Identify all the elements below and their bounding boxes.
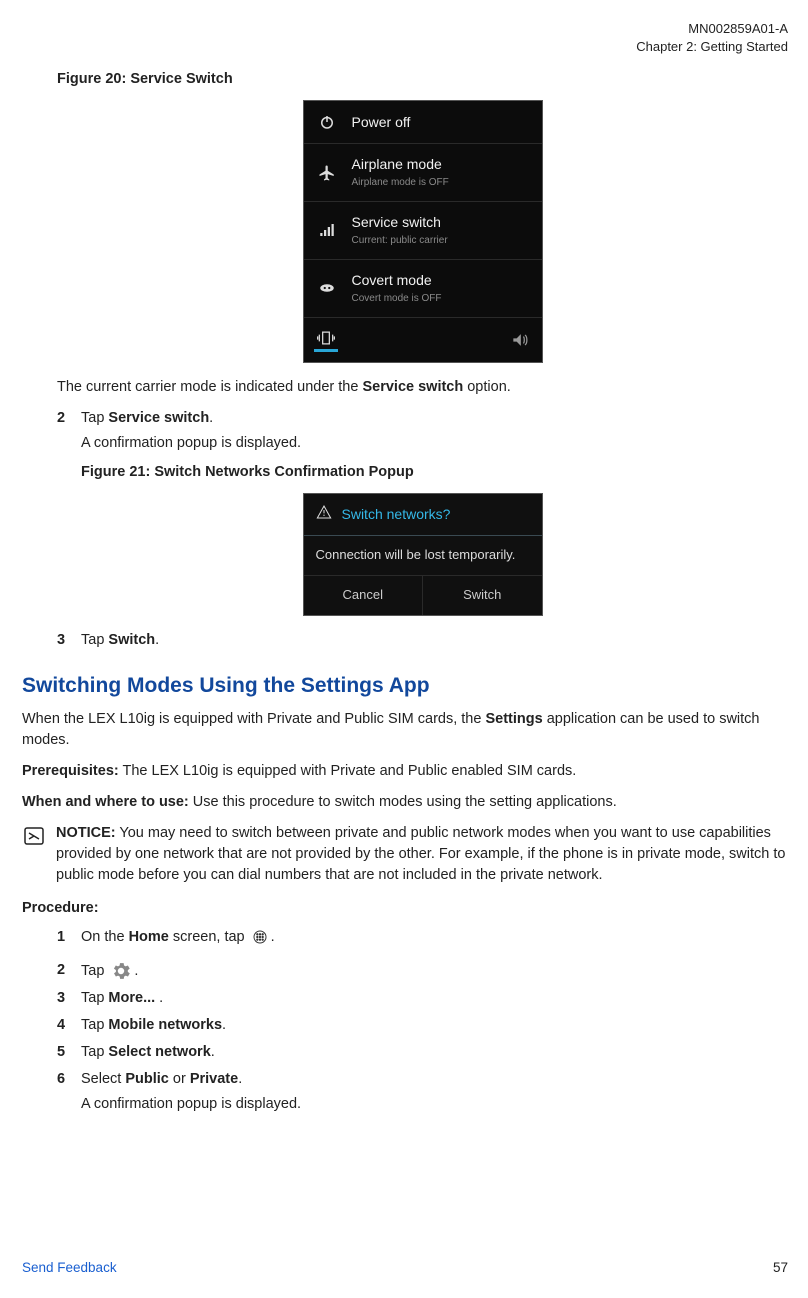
proc-step-3: 3 Tap More... . xyxy=(57,988,788,1009)
dialog-title-row: Switch networks? xyxy=(304,494,542,536)
prerequisites: Prerequisites: The LEX L10ig is equipped… xyxy=(22,761,788,782)
airplane-title: Airplane mode xyxy=(352,154,449,174)
step-num: 2 xyxy=(57,408,81,429)
covert-title: Covert mode xyxy=(352,270,442,290)
service-switch-title: Service switch xyxy=(352,212,448,232)
step-3: 3 Tap Switch. xyxy=(57,630,788,651)
proc-step-4: 4 Tap Mobile networks. xyxy=(57,1015,788,1036)
proc-step-5: 5 Tap Select network. xyxy=(57,1042,788,1063)
service-switch-row: Service switch Current: public carrier xyxy=(304,202,542,260)
vibrate-icon xyxy=(314,328,338,352)
notice: NOTICE: You may need to switch between p… xyxy=(22,823,788,886)
proc-step-6: 6 Select Public or Private. xyxy=(57,1069,788,1090)
switch-networks-dialog: Switch networks? Connection will be lost… xyxy=(303,493,543,616)
step-2: 2 Tap Service switch. xyxy=(57,408,788,429)
airplane-mode-row: Airplane mode Airplane mode is OFF xyxy=(304,144,542,202)
page-footer: Send Feedback 57 xyxy=(22,1258,788,1278)
section-intro: When the LEX L10ig is equipped with Priv… xyxy=(22,709,788,751)
step-num: 3 xyxy=(57,630,81,651)
step-2-sub: A confirmation popup is displayed. xyxy=(81,433,788,454)
power-icon xyxy=(316,111,338,133)
airplane-sub: Airplane mode is OFF xyxy=(352,176,449,191)
covert-sub: Covert mode is OFF xyxy=(352,292,442,307)
power-off-label: Power off xyxy=(352,112,411,132)
cancel-button: Cancel xyxy=(304,576,424,615)
when-where: When and where to use: Use this procedur… xyxy=(22,792,788,813)
volume-icon xyxy=(508,328,532,352)
dialog-title: Switch networks? xyxy=(342,504,451,524)
section-title: Switching Modes Using the Settings App xyxy=(22,671,788,701)
dialog-buttons: Cancel Switch xyxy=(304,575,542,615)
page-header: MN002859A01-A Chapter 2: Getting Started xyxy=(22,20,788,55)
page-number: 57 xyxy=(773,1258,788,1278)
figure-21: Switch networks? Connection will be lost… xyxy=(57,493,788,616)
proc-step-2: 2 Tap . xyxy=(57,960,788,982)
mask-icon xyxy=(316,277,338,299)
settings-gear-icon xyxy=(110,960,132,982)
step-body: Tap Service switch. xyxy=(81,408,788,429)
covert-mode-row: Covert mode Covert mode is OFF xyxy=(304,260,542,318)
signal-icon xyxy=(316,219,338,241)
figure20-note: The current carrier mode is indicated un… xyxy=(57,377,788,398)
power-menu-screenshot: Power off Airplane mode Airplane mode is… xyxy=(303,100,543,362)
notice-text: NOTICE: You may need to switch between p… xyxy=(56,823,788,886)
power-off-row: Power off xyxy=(304,101,542,144)
switch-button: Switch xyxy=(423,576,542,615)
send-feedback-link[interactable]: Send Feedback xyxy=(22,1258,117,1278)
power-menu-footer xyxy=(304,318,542,362)
figure-21-caption: Figure 21: Switch Networks Confirmation … xyxy=(81,462,788,483)
step-body: Tap Switch. xyxy=(81,630,788,651)
figure-20-caption: Figure 20: Service Switch xyxy=(57,69,788,90)
apps-grid-icon xyxy=(251,928,269,946)
warning-icon xyxy=(316,504,332,525)
procedure-label: Procedure: xyxy=(22,898,788,919)
figure-20: Power off Airplane mode Airplane mode is… xyxy=(57,100,788,362)
service-switch-sub: Current: public carrier xyxy=(352,234,448,249)
proc-step-1: 1 On the Home screen, tap . xyxy=(57,927,788,948)
dialog-body: Connection will be lost temporarily. xyxy=(304,536,542,575)
doc-id: MN002859A01-A xyxy=(22,20,788,38)
airplane-icon xyxy=(316,162,338,184)
proc-step-6-sub: A confirmation popup is displayed. xyxy=(81,1094,788,1115)
notice-icon xyxy=(22,824,46,848)
chapter-label: Chapter 2: Getting Started xyxy=(22,38,788,56)
